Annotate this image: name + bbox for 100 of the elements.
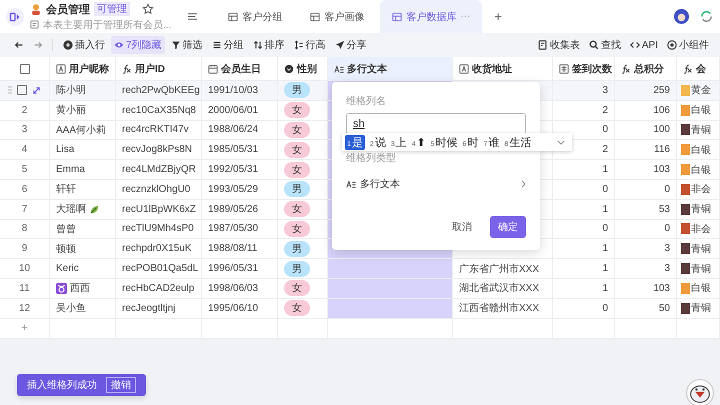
user-id-text: recvJog8kPs8N (122, 144, 192, 156)
nickname-text: 大瑶啊 (56, 202, 86, 216)
formula-icon (122, 64, 132, 74)
user-id-text: rechpdr0X15uK (122, 243, 192, 254)
nickname-text: 吴小鱼 (56, 302, 86, 316)
toast-message: 插入维格列成功 (27, 378, 97, 392)
chevron-down-icon[interactable] (557, 140, 565, 144)
widget-icon (667, 40, 677, 50)
row-checkbox[interactable] (17, 85, 27, 96)
toolbar-button[interactable]: 分享 (332, 36, 370, 54)
toolbar-button[interactable]: 查找 (586, 36, 624, 54)
level-text: 非会 (691, 182, 711, 196)
checkin-count: 2 (602, 144, 608, 156)
number-field-icon (559, 64, 569, 74)
column-title: 多行文本 (347, 62, 387, 76)
column-name-input[interactable]: sh (346, 113, 526, 135)
column-type-select[interactable]: 多行文本 (346, 177, 526, 191)
checkin-count: 1 (602, 164, 608, 176)
formula-icon (621, 64, 631, 74)
undo-button[interactable]: 撤销 (106, 376, 136, 393)
confirm-button[interactable]: 确定 (490, 216, 526, 238)
eye-icon (114, 40, 124, 50)
nickname-text: Emma (56, 164, 85, 176)
bird-mascot-icon[interactable] (686, 378, 714, 405)
grid-icon (392, 12, 402, 22)
birthday-text: 1995/06/10 (208, 302, 258, 314)
row-number: 3 (22, 124, 28, 136)
text-field-icon (56, 64, 66, 74)
add-tab-button[interactable]: + (494, 9, 502, 24)
row-height-icon (294, 40, 304, 50)
checkin-count: 0 (602, 302, 608, 314)
toolbar-button[interactable]: 插入行 (60, 36, 108, 54)
undo-icon[interactable] (14, 40, 24, 50)
column-header[interactable]: 收货地址 (453, 57, 553, 80)
user-id-text: recU1lBpWK6xZ (122, 204, 196, 215)
select-all-checkbox[interactable] (20, 64, 30, 74)
points-value: 106 (653, 104, 670, 116)
points-value: 0 (664, 223, 670, 234)
column-header[interactable]: 会员生日 (202, 57, 278, 80)
redo-icon[interactable] (33, 40, 43, 50)
user-id-text: rec4LMdZBjyQR (122, 164, 196, 176)
row-number: 9 (22, 243, 28, 254)
view-tab[interactable]: 客户画像 (298, 0, 376, 33)
menu-icon[interactable] (187, 11, 198, 22)
permission-badge: 可管理 (94, 2, 130, 16)
expand-icon[interactable] (32, 86, 41, 95)
search-icon (588, 40, 599, 50)
row-number: 2 (22, 104, 28, 116)
points-value: 3 (664, 243, 670, 254)
toolbar-button[interactable]: 7列隐藏 (111, 36, 165, 54)
level-text: 白银 (691, 164, 711, 177)
gender-tag: 男 (284, 181, 310, 198)
column-header[interactable]: 会 (677, 57, 720, 80)
birthday-text: 1985/05/31 (208, 144, 258, 156)
birthday-text: 1988/06/24 (208, 124, 258, 136)
column-title: 收货地址 (472, 62, 512, 76)
avatar-icon[interactable] (674, 9, 689, 24)
view-tab[interactable]: 客户数据库 ··· (380, 0, 482, 33)
level-text: 青铜 (691, 262, 711, 276)
column-title: 签到次数 (572, 62, 612, 76)
refresh-icon[interactable] (699, 9, 714, 24)
level-text: 白银 (691, 104, 711, 118)
level-text: 白银 (691, 282, 711, 296)
column-title: 用户昵称 (69, 62, 109, 76)
view-tab[interactable]: 客户分组 (216, 0, 294, 33)
sidebar-toggle-icon[interactable] (6, 8, 24, 26)
leaf-icon (89, 204, 100, 215)
grid-icon (228, 12, 238, 22)
level-text: 黄金 (691, 84, 711, 98)
toolbar-button[interactable]: 行高 (290, 36, 329, 54)
column-header[interactable]: 签到次数 (553, 57, 615, 80)
column-header[interactable]: 用户ID (116, 57, 202, 80)
star-icon[interactable] (142, 3, 154, 15)
multiline-text-icon (334, 64, 344, 74)
checkin-count: 2 (602, 104, 608, 116)
column-header[interactable]: 多行文本 (328, 57, 453, 80)
points-value: 0 (664, 184, 670, 195)
tab-label: 客户分组 (242, 10, 282, 24)
toolbar-button[interactable]: 排序 (250, 36, 288, 54)
user-id-text: rec4rcRKTI47v (122, 124, 189, 136)
points-value: 50 (658, 302, 670, 314)
row-number: 6 (22, 184, 28, 195)
gender-tag: 男 (284, 260, 310, 277)
field-label: 维格列类型 (346, 152, 397, 165)
toolbar-button[interactable]: 筛选 (168, 36, 206, 54)
zodiac-icon (56, 282, 67, 294)
points-value: 259 (653, 84, 670, 96)
checkin-count: 0 (602, 124, 608, 136)
column-header[interactable]: 总积分 (615, 57, 677, 80)
option-icon (284, 64, 294, 74)
toolbar-button[interactable]: 分组 (208, 36, 247, 54)
toolbar-button[interactable]: 小组件 (664, 36, 712, 54)
user-id-text: rec10CaX35Nq8 (122, 104, 196, 116)
column-header[interactable]: 用户昵称 (50, 57, 116, 80)
toolbar-button[interactable]: API (626, 38, 661, 52)
gender-tag: 女 (284, 142, 310, 158)
cancel-button[interactable]: 取消 (446, 219, 478, 235)
toolbar-button[interactable]: 收集表 (534, 36, 583, 54)
filter-icon (170, 40, 181, 50)
address-text: 湖北省武汉市XXX (459, 282, 540, 296)
